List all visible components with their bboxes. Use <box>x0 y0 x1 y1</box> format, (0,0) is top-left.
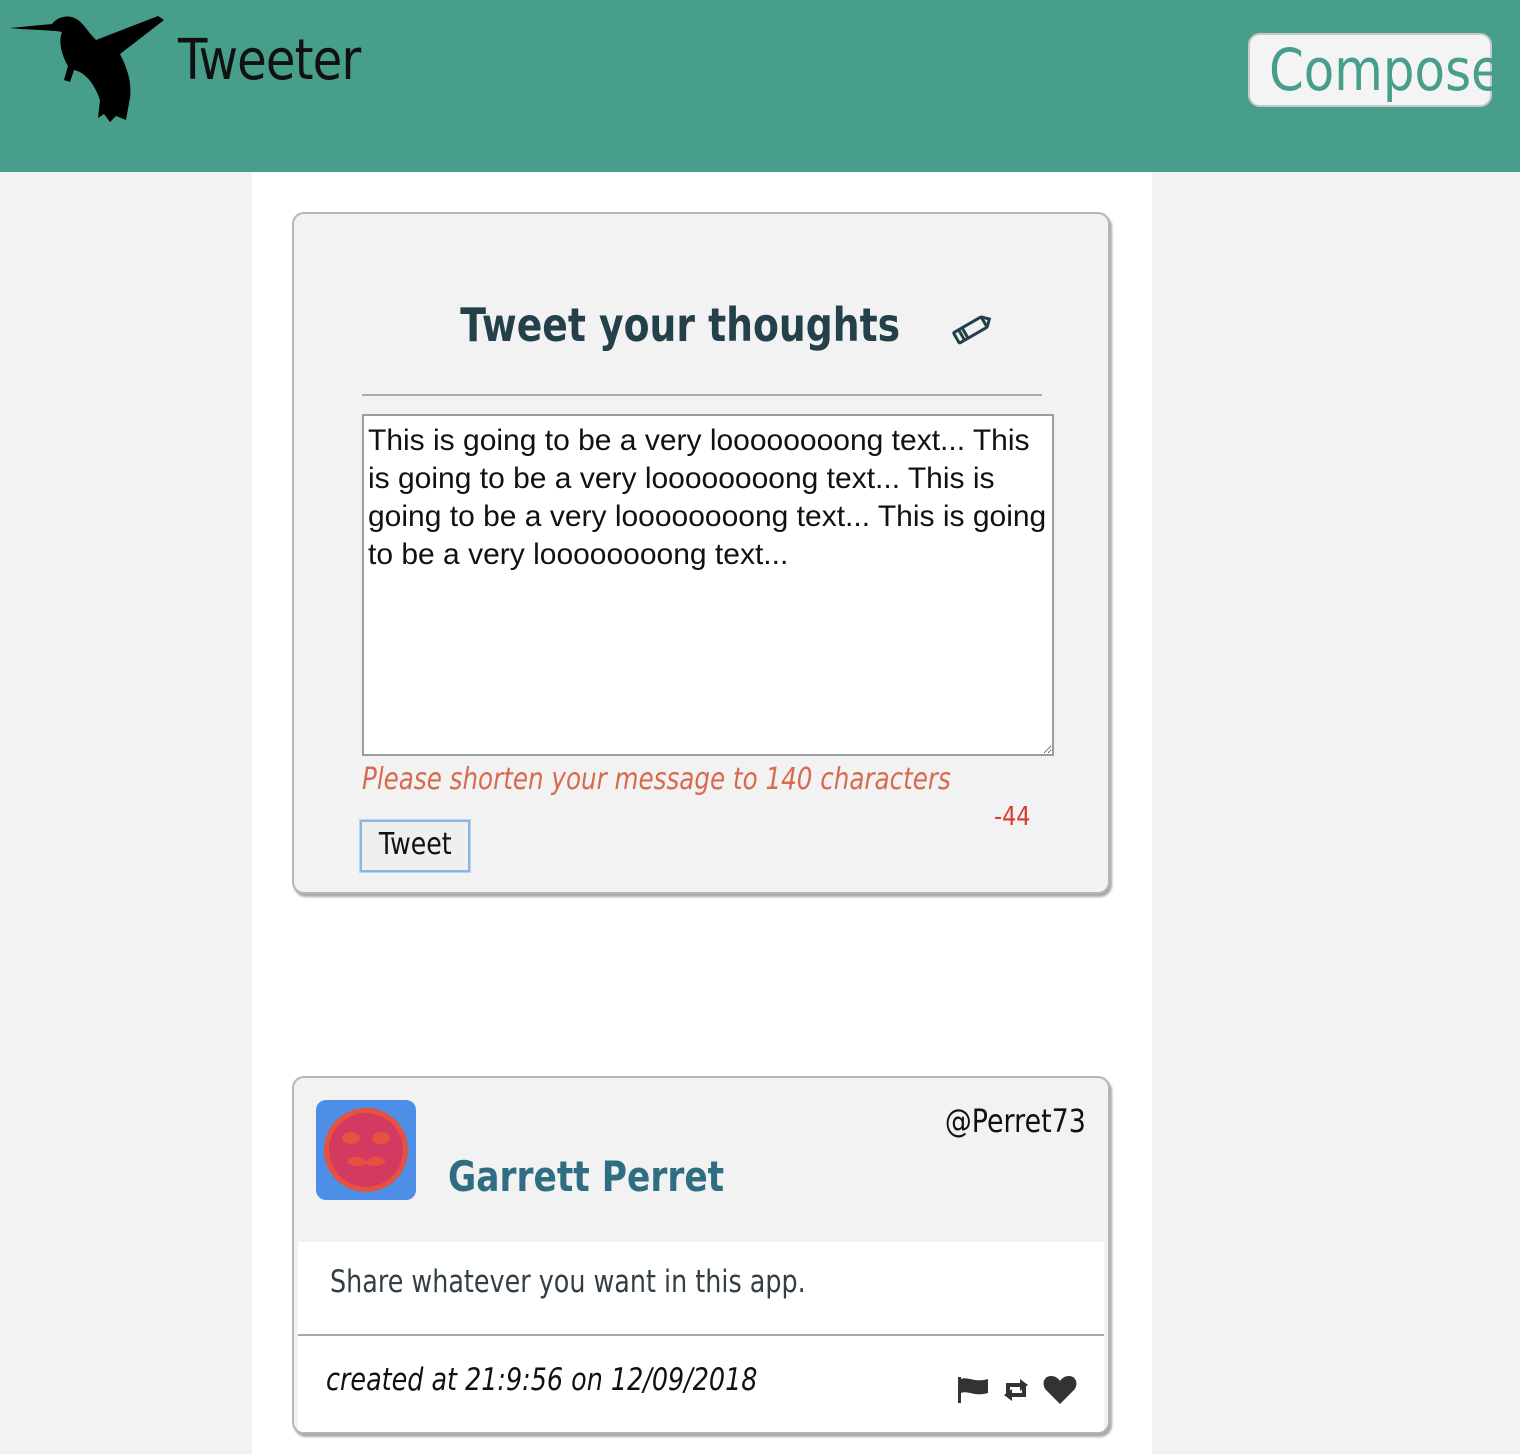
length-error-message: Please shorten your message to 140 chara… <box>362 762 951 797</box>
tweet-submit-label: Tweet <box>378 827 452 862</box>
user-display-name[interactable]: Garrett Perret <box>448 1152 724 1201</box>
compose-button-label: Compose <box>1268 36 1502 104</box>
avatar[interactable] <box>316 1100 416 1200</box>
tweet-textarea[interactable] <box>362 414 1054 756</box>
tweet-body: Share whatever you want in this app. <box>298 1242 1104 1336</box>
tweet-card: Garrett Perret @Perret73 Share whatever … <box>292 1076 1110 1434</box>
character-counter: -44 <box>994 802 1031 832</box>
avatar-face-icon <box>324 1108 408 1192</box>
tweet-text: Share whatever you want in this app. <box>330 1264 806 1300</box>
brand-title[interactable]: Tweeter <box>178 28 361 93</box>
user-handle[interactable]: @Perret73 <box>945 1102 1086 1140</box>
hummingbird-icon[interactable] <box>8 10 168 126</box>
compose-heading: Tweet your thoughts <box>294 298 1112 352</box>
compose-divider <box>362 394 1042 396</box>
retweet-icon[interactable] <box>998 1375 1034 1405</box>
navbar: Tweeter Compose <box>0 0 1520 172</box>
tweet-submit-button[interactable]: Tweet <box>359 819 471 873</box>
pencil-icon <box>952 314 992 344</box>
heart-icon[interactable] <box>1042 1374 1078 1406</box>
flag-icon[interactable] <box>956 1375 990 1405</box>
tweet-timestamp: created at 21:9:56 on 12/09/2018 <box>326 1362 758 1398</box>
compose-title-text: Tweet your thoughts <box>460 298 900 352</box>
tweet-footer: created at 21:9:56 on 12/09/2018 <box>298 1336 1104 1432</box>
compose-button[interactable]: Compose <box>1248 33 1502 107</box>
tweet-actions <box>956 1374 1078 1406</box>
